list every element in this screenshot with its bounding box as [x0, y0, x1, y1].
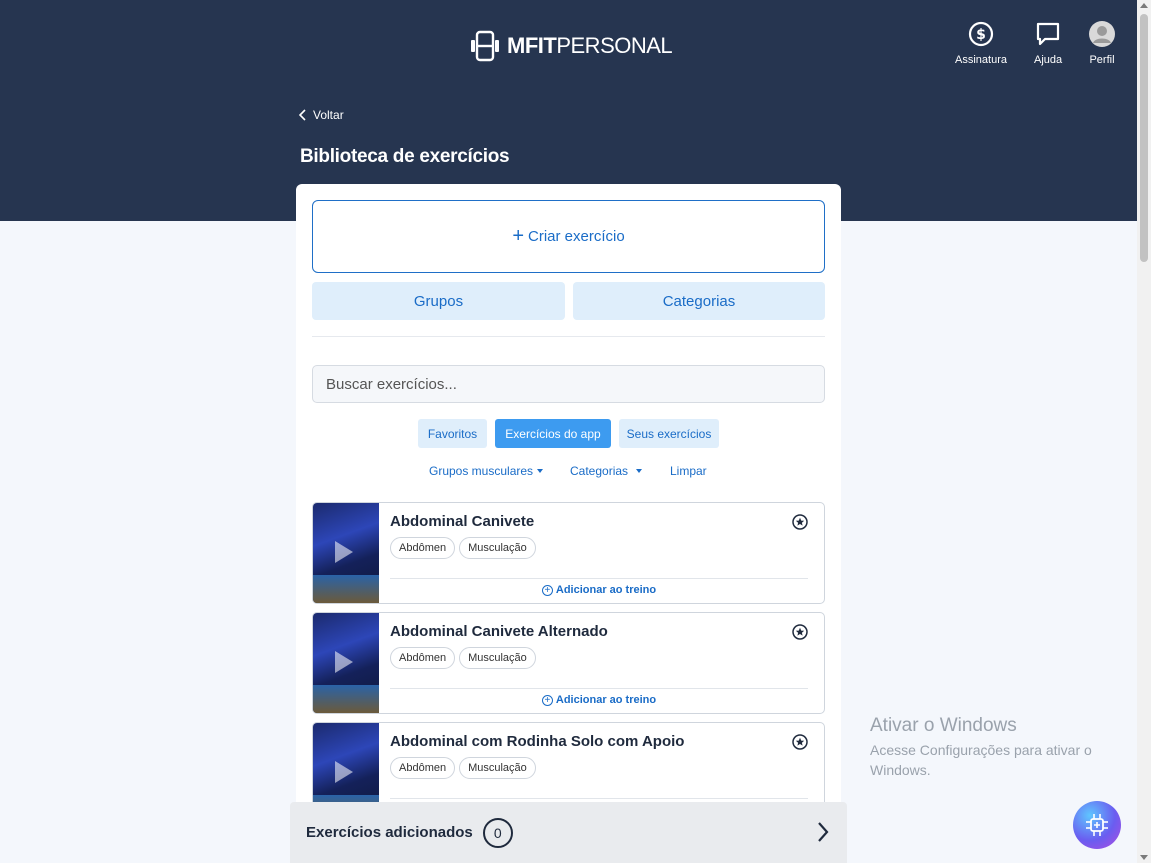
chat-bubble-icon [1034, 20, 1062, 48]
logo-text: MFITPERSONAL [507, 33, 673, 58]
dumbbell-logo-icon [471, 30, 499, 62]
play-icon [335, 541, 353, 563]
play-icon [335, 651, 353, 673]
chip-seus-exercicios[interactable]: Seus exercícios [619, 419, 719, 448]
exercise-item[interactable]: Abdominal Canivete Abdômen Musculação + … [312, 502, 825, 604]
chip-exercicios-do-app[interactable]: Exercícios do app [495, 419, 611, 448]
filter-label: Grupos musculares [429, 464, 534, 478]
plus-icon: + [512, 224, 524, 247]
added-exercises-label: Exercícios adicionados [306, 824, 473, 841]
filter-categories[interactable]: Categorias [570, 464, 643, 478]
page-title: Biblioteca de exercícios [300, 146, 510, 167]
nav-label: Perfil [1089, 54, 1115, 66]
add-label: Adicionar ao treino [555, 694, 657, 706]
dollar-circle-icon: $ [967, 20, 995, 48]
create-exercise-button[interactable]: + Criar exercício [312, 200, 825, 273]
chevron-left-icon [299, 109, 306, 121]
caret-down-icon [636, 469, 643, 473]
nav-label: Ajuda [1034, 54, 1063, 66]
back-link[interactable]: Voltar [299, 108, 344, 122]
categories-button[interactable]: Categorias [573, 282, 825, 320]
chip-brain-icon [1086, 814, 1108, 836]
exercise-video-thumbnail[interactable] [313, 503, 379, 603]
favorite-star-icon[interactable] [792, 624, 808, 640]
added-exercises-bar[interactable]: Exercícios adicionados 0 [290, 802, 847, 863]
favorite-star-icon[interactable] [792, 514, 808, 530]
filter-label: Categorias [570, 464, 629, 478]
favorite-star-icon[interactable] [792, 734, 808, 750]
filter-muscle-groups[interactable]: Grupos musculares [429, 464, 544, 478]
add-label: Adicionar ao treino [555, 584, 657, 596]
svg-text:$: $ [976, 27, 986, 43]
chip-favoritos[interactable]: Favoritos [418, 419, 487, 448]
exercise-library-card: + Criar exercício Grupos Categorias Favo… [296, 184, 841, 863]
windows-activation-watermark: Ativar o Windows Acesse Configurações pa… [870, 715, 1110, 780]
filter-label: Limpar [670, 464, 707, 478]
divider [390, 578, 808, 579]
tag: Musculação [459, 537, 536, 559]
chevron-right-icon [818, 822, 829, 842]
exercise-item[interactable]: Abdominal Canivete Alternado Abdômen Mus… [312, 612, 825, 714]
tag: Abdômen [390, 537, 456, 559]
exercise-video-thumbnail[interactable] [313, 613, 379, 713]
nav-ajuda[interactable]: Ajuda [1034, 20, 1062, 66]
added-count-badge: 0 [482, 817, 513, 848]
plus-circle-icon: + [541, 694, 553, 706]
add-to-workout-button[interactable]: + Adicionar ao treino [390, 694, 808, 706]
back-label: Voltar [313, 108, 344, 122]
exercise-title: Abdominal Canivete Alternado [390, 623, 608, 640]
plus-circle-icon: + [541, 584, 553, 596]
divider [390, 688, 808, 689]
caret-down-icon [537, 469, 544, 473]
filter-clear[interactable]: Limpar [670, 464, 707, 478]
tag: Abdômen [390, 647, 456, 669]
nav-assinatura[interactable]: $ Assinatura [955, 20, 1007, 66]
page-scrollbar[interactable] [1137, 0, 1151, 863]
scroll-down-arrow-icon[interactable] [1140, 855, 1148, 860]
tag: Musculação [459, 647, 536, 669]
watermark-title: Ativar o Windows [870, 715, 1017, 736]
exercise-tags: Abdômen Musculação [390, 757, 536, 779]
add-to-workout-button[interactable]: + Adicionar ao treino [390, 584, 808, 596]
exercise-title: Abdominal com Rodinha Solo com Apoio [390, 733, 685, 750]
thumbnail-floor [313, 575, 379, 603]
exercise-tags: Abdômen Musculação [390, 647, 536, 669]
watermark-subtitle: Acesse Configurações para ativar o Windo… [870, 742, 1092, 778]
play-icon [335, 761, 353, 783]
divider [312, 336, 825, 337]
groups-button[interactable]: Grupos [312, 282, 565, 320]
create-exercise-label: Criar exercício [528, 228, 625, 245]
thumbnail-floor [313, 685, 379, 713]
tag: Abdômen [390, 757, 456, 779]
app-logo[interactable]: MFITPERSONAL [469, 30, 673, 62]
divider [390, 798, 808, 799]
tag: Musculação [459, 757, 536, 779]
scrollbar-thumb[interactable] [1140, 14, 1148, 262]
nav-label: Assinatura [955, 54, 1007, 66]
nav-perfil[interactable]: Perfil [1088, 20, 1116, 66]
exercise-title: Abdominal Canivete [390, 513, 535, 530]
exercise-tags: Abdômen Musculação [390, 537, 536, 559]
assistant-fab-button[interactable] [1073, 801, 1121, 849]
scroll-up-arrow-icon[interactable] [1140, 3, 1148, 8]
avatar-icon [1088, 20, 1116, 48]
search-input[interactable] [312, 365, 825, 403]
